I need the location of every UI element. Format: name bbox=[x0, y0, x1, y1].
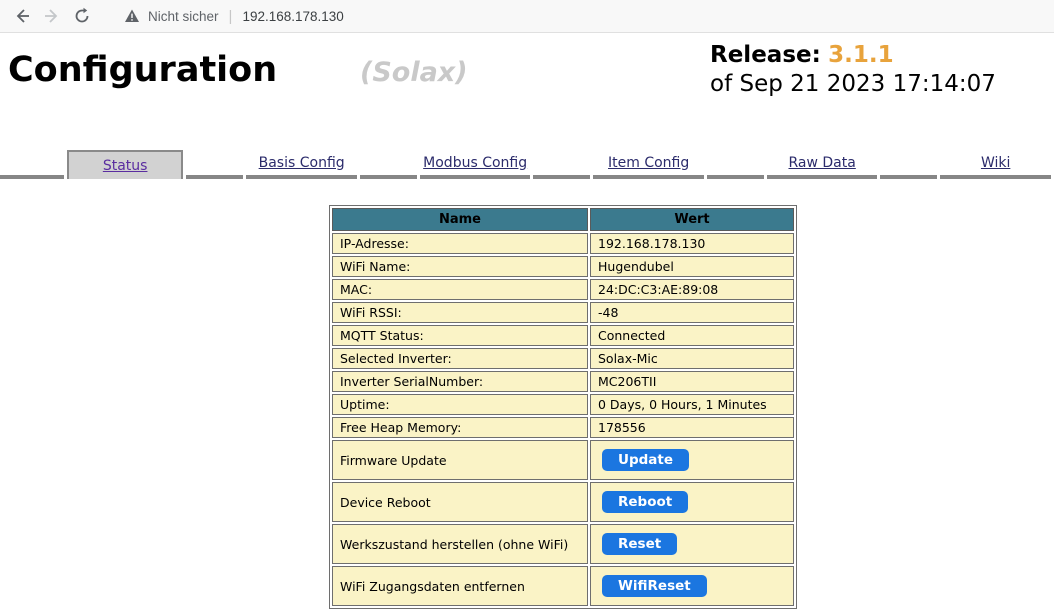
row-label: Free Heap Memory: bbox=[332, 417, 588, 438]
tab-wiki[interactable]: Wiki bbox=[940, 150, 1051, 179]
security-label: Nicht sicher bbox=[148, 8, 219, 24]
row-value: Solax-Mic bbox=[590, 348, 794, 369]
table-row: Inverter SerialNumber: MC206TII bbox=[332, 371, 794, 392]
row-value: -48 bbox=[590, 302, 794, 323]
tab-status[interactable]: Status bbox=[66, 150, 184, 179]
release-label: Release: bbox=[710, 42, 821, 68]
table-row: WiFi Name: Hugendubel bbox=[332, 256, 794, 277]
table-row: Device Reboot Reboot bbox=[332, 482, 794, 522]
table-row: Werkszustand herstellen (ohne WiFi) Reset bbox=[332, 524, 794, 564]
row-value: 192.168.178.130 bbox=[590, 233, 794, 254]
tab-label: Status bbox=[102, 157, 148, 174]
update-button[interactable]: Update bbox=[602, 449, 690, 471]
row-label: Device Reboot bbox=[332, 482, 588, 522]
tab-item-config[interactable]: Item Config bbox=[593, 150, 704, 179]
browser-toolbar: Nicht sicher | 192.168.178.130 bbox=[0, 0, 1054, 33]
tab-label: Wiki bbox=[980, 154, 1011, 171]
reset-button[interactable]: Reset bbox=[602, 533, 678, 555]
table-row: Firmware Update Update bbox=[332, 440, 794, 480]
release-info: Release: 3.1.1 of Sep 21 2023 17:14:07 bbox=[710, 41, 996, 99]
page-header: Configuration (Solax) Release: 3.1.1 of … bbox=[0, 33, 1054, 135]
table-row: MQTT Status: Connected bbox=[332, 325, 794, 346]
tab-basis-config[interactable]: Basis Config bbox=[246, 150, 357, 179]
table-row: Uptime: 0 Days, 0 Hours, 1 Minutes bbox=[332, 394, 794, 415]
wifireset-button[interactable]: WifiReset bbox=[602, 575, 707, 597]
row-value: Connected bbox=[590, 325, 794, 346]
row-value: MC206TII bbox=[590, 371, 794, 392]
row-label: Firmware Update bbox=[332, 440, 588, 480]
column-header-name: Name bbox=[332, 208, 588, 231]
row-value: 0 Days, 0 Hours, 1 Minutes bbox=[590, 394, 794, 415]
tab-label: Basis Config bbox=[258, 154, 345, 171]
forward-icon[interactable] bbox=[40, 4, 64, 28]
table-row: WiFi Zugangsdaten entfernen WifiReset bbox=[332, 566, 794, 606]
release-date: of Sep 21 2023 17:14:07 bbox=[710, 71, 996, 97]
warning-icon bbox=[124, 8, 140, 24]
table-row: Selected Inverter: Solax-Mic bbox=[332, 348, 794, 369]
reboot-button[interactable]: Reboot bbox=[602, 491, 689, 513]
address-url[interactable]: 192.168.178.130 bbox=[242, 9, 343, 24]
row-label: MAC: bbox=[332, 279, 588, 300]
row-label: Inverter SerialNumber: bbox=[332, 371, 588, 392]
table-row: MAC: 24:DC:C3:AE:89:08 bbox=[332, 279, 794, 300]
page-title: Configuration bbox=[8, 50, 278, 90]
url-separator: | bbox=[228, 7, 233, 25]
table-row: WiFi RSSI: -48 bbox=[332, 302, 794, 323]
tab-bar: Status Basis Config Modbus Config Item Conf… bbox=[0, 150, 1054, 179]
row-label: WiFi RSSI: bbox=[332, 302, 588, 323]
back-icon[interactable] bbox=[10, 4, 34, 28]
site-info[interactable]: Nicht sicher | 192.168.178.130 bbox=[124, 8, 344, 25]
tab-label: Modbus Config bbox=[423, 154, 528, 171]
tab-edge-line bbox=[0, 150, 64, 179]
configuration-page: Configuration (Solax) Release: 3.1.1 of … bbox=[0, 33, 1054, 609]
row-action-cell: Reset bbox=[590, 524, 794, 564]
row-value: Hugendubel bbox=[590, 256, 794, 277]
release-line1: Release: 3.1.1 bbox=[710, 41, 996, 70]
row-label: MQTT Status: bbox=[332, 325, 588, 346]
tab-raw-data[interactable]: Raw Data bbox=[766, 150, 878, 179]
tab-label: Item Config bbox=[608, 154, 690, 171]
row-action-cell: WifiReset bbox=[590, 566, 794, 606]
tab-spacer-line bbox=[359, 150, 417, 179]
row-label: WiFi Zugangsdaten entfernen bbox=[332, 566, 588, 606]
reload-icon[interactable] bbox=[70, 4, 94, 28]
tab-spacer-line bbox=[880, 150, 938, 179]
tab-spacer-line bbox=[186, 150, 244, 179]
row-action-cell: Update bbox=[590, 440, 794, 480]
page-subtitle: (Solax) bbox=[360, 57, 468, 88]
table-row: IP-Adresse: 192.168.178.130 bbox=[332, 233, 794, 254]
table-row: Free Heap Memory: 178556 bbox=[332, 417, 794, 438]
tab-label: Raw Data bbox=[788, 154, 856, 171]
release-version: 3.1.1 bbox=[828, 42, 894, 68]
row-value: 24:DC:C3:AE:89:08 bbox=[590, 279, 794, 300]
row-label: Werkszustand herstellen (ohne WiFi) bbox=[332, 524, 588, 564]
table-header-row: Name Wert bbox=[332, 208, 794, 231]
column-header-wert: Wert bbox=[590, 208, 794, 231]
row-label: Selected Inverter: bbox=[332, 348, 588, 369]
status-table: Name Wert IP-Adresse: 192.168.178.130 WiFi … bbox=[329, 205, 797, 609]
row-label: WiFi Name: bbox=[332, 256, 588, 277]
row-value: 178556 bbox=[590, 417, 794, 438]
row-label: Uptime: bbox=[332, 394, 588, 415]
tab-spacer-line bbox=[533, 150, 591, 179]
row-action-cell: Reboot bbox=[590, 482, 794, 522]
row-label: IP-Adresse: bbox=[332, 233, 588, 254]
tab-spacer-line bbox=[706, 150, 764, 179]
tab-modbus-config[interactable]: Modbus Config bbox=[419, 150, 531, 179]
